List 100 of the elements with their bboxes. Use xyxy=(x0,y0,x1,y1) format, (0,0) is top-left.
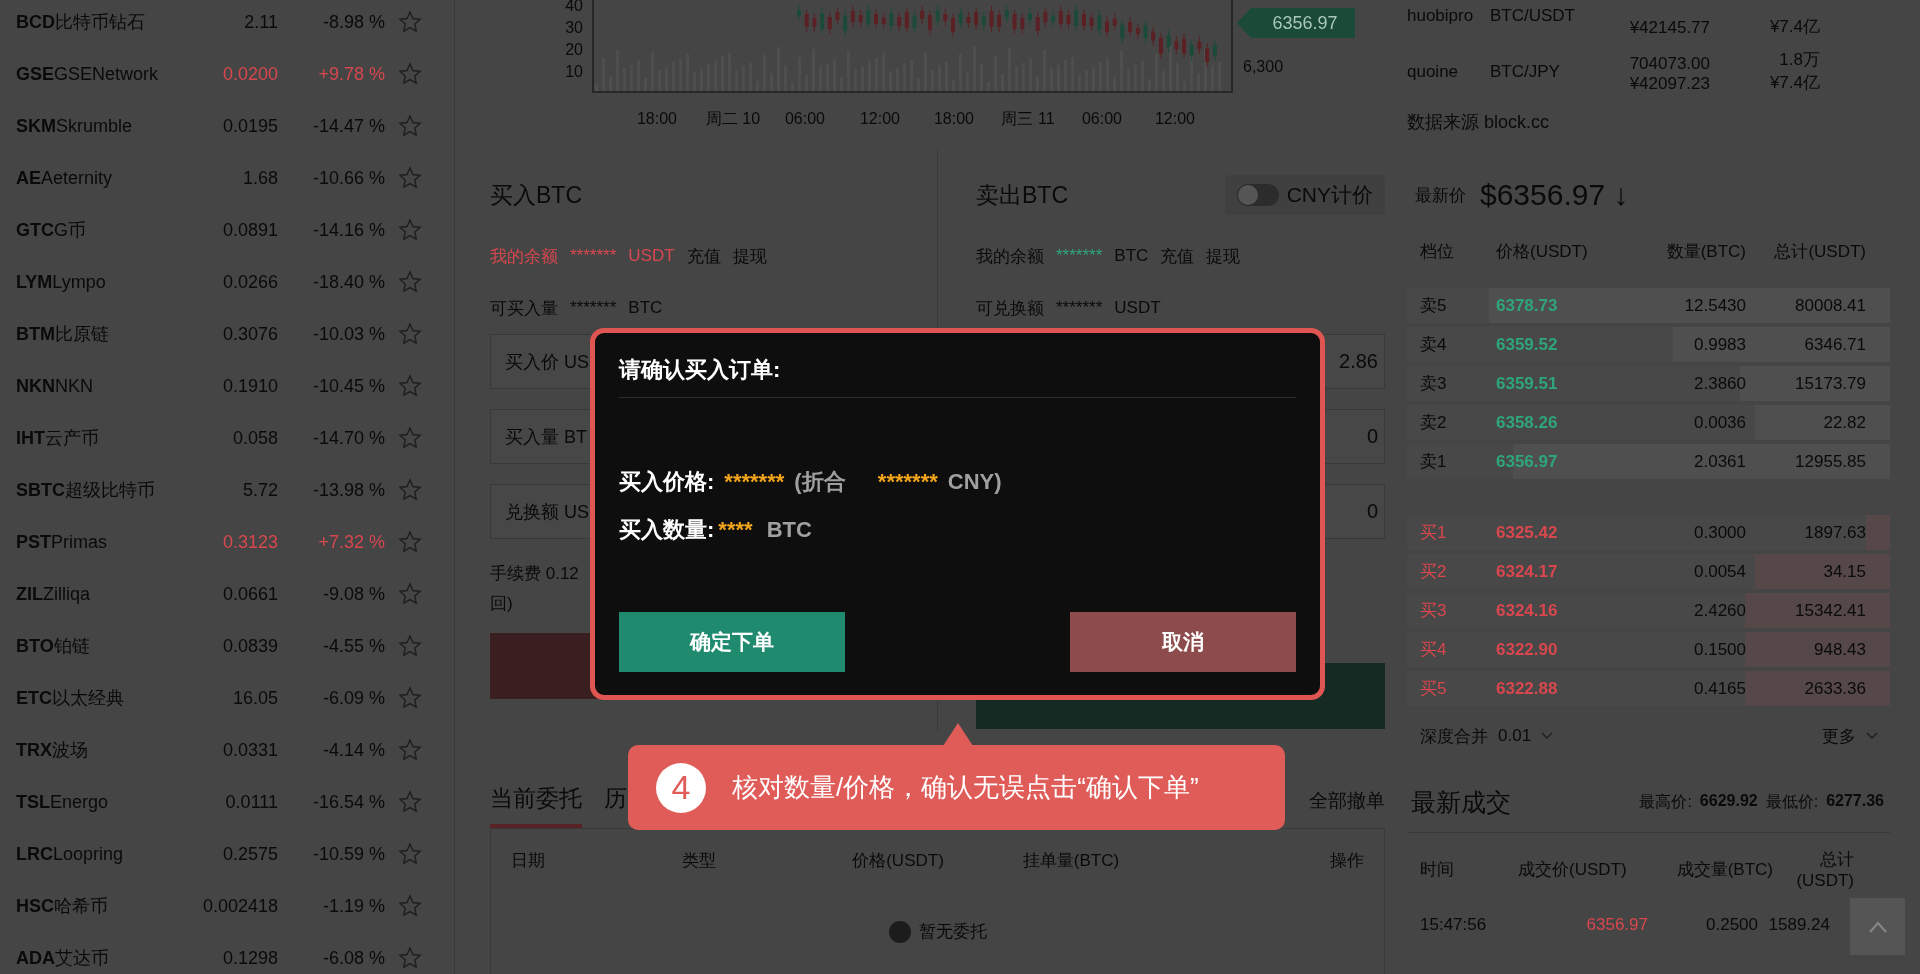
trade-time: 15:47:56 xyxy=(1420,915,1488,935)
star-icon[interactable] xyxy=(398,10,422,34)
more-link[interactable]: 更多 xyxy=(1822,724,1878,748)
star-icon[interactable] xyxy=(398,270,422,294)
order-amount: 12.5430 xyxy=(1683,295,1746,316)
order-total: 948.43 xyxy=(1813,639,1866,660)
tick-label: 06:00 xyxy=(785,110,825,127)
column-header: 数量(BTC) xyxy=(1665,240,1746,263)
star-icon[interactable] xyxy=(398,738,422,762)
star-icon[interactable] xyxy=(398,322,422,346)
deposit-link[interactable]: 充值 xyxy=(1160,244,1195,268)
coin-name[interactable]: LYMLympo xyxy=(16,271,176,293)
order-amount: 0.9983 xyxy=(1693,334,1746,355)
available-value: ******* xyxy=(570,298,617,318)
star-icon[interactable] xyxy=(398,218,422,242)
coin-change: -1.19 % xyxy=(321,895,385,917)
coin-name[interactable]: IHT云产币 xyxy=(16,426,176,450)
level-label: 卖3 xyxy=(1420,373,1448,395)
star-icon[interactable] xyxy=(398,166,422,190)
order-amount: 0.0054 xyxy=(1693,561,1746,582)
step-number: 4 xyxy=(656,762,706,813)
dialog-title: 请确认买入订单: xyxy=(619,355,1296,398)
coin-name[interactable]: ADA艾达币 xyxy=(16,946,176,970)
coin-price: 0.3123 xyxy=(221,531,278,553)
star-icon[interactable] xyxy=(398,894,422,918)
coin-name[interactable]: BTM比原链 xyxy=(16,322,176,346)
orders-tab[interactable]: 历 xyxy=(604,782,627,828)
coin-name[interactable]: GSEGSENetwork xyxy=(16,63,176,85)
withdraw-link[interactable]: 提现 xyxy=(732,244,767,268)
order-price: 6322.88 xyxy=(1496,678,1559,699)
coin-price: 0.002418 xyxy=(201,895,278,917)
empty-text: 暂无委托 xyxy=(918,921,987,943)
coin-change: -6.08 % xyxy=(321,947,385,969)
coin-price: 0.3076 xyxy=(221,323,278,345)
coin-name[interactable]: TRX波场 xyxy=(16,738,176,762)
coin-change: -10.59 % xyxy=(311,843,385,865)
trade-price: 6356.97 xyxy=(1585,915,1648,935)
star-icon[interactable] xyxy=(398,842,422,866)
scroll-top-button[interactable] xyxy=(1850,898,1905,955)
coin-price: 0.0661 xyxy=(221,583,278,605)
coin-name[interactable]: SKMSkrumble xyxy=(16,115,176,137)
cancel-all-link[interactable]: 全部撤单 xyxy=(1309,788,1385,828)
order-amount: 2.0361 xyxy=(1693,451,1746,472)
star-icon[interactable] xyxy=(398,478,422,502)
star-icon[interactable] xyxy=(398,426,422,450)
quantity-label: 买入数量: xyxy=(619,516,715,544)
withdraw-link[interactable]: 提现 xyxy=(1206,244,1241,268)
coin-name[interactable]: AEAeternity xyxy=(16,167,176,189)
high-value: 6629.92 xyxy=(1699,791,1758,811)
star-icon[interactable] xyxy=(398,946,422,970)
star-icon[interactable] xyxy=(398,582,422,606)
coin-name[interactable]: PSTPrimas xyxy=(16,531,176,553)
column-header: 操作 xyxy=(1329,850,1364,872)
available-unit: BTC xyxy=(628,298,663,318)
cancel-button[interactable]: 取消 xyxy=(1070,612,1296,672)
order-total: 1897.63 xyxy=(1803,522,1866,543)
coin-price: 0.0891 xyxy=(221,219,278,241)
deposit-link[interactable]: 充值 xyxy=(686,244,721,268)
coin-name[interactable]: GTCG币 xyxy=(16,218,176,242)
order-price: 6359.51 xyxy=(1496,373,1559,394)
latest-price-label: 最新价 xyxy=(1415,184,1466,207)
star-icon[interactable] xyxy=(398,634,422,658)
order-price: 6324.17 xyxy=(1496,561,1559,582)
order-price: 6359.52 xyxy=(1496,334,1559,355)
low-label: 最低价: xyxy=(1765,791,1819,812)
column-header: 成交价(USDT) xyxy=(1518,858,1628,881)
coin-name[interactable]: HSC哈希币 xyxy=(16,894,176,918)
coin-name[interactable]: ETC以太经典 xyxy=(16,686,176,710)
coin-price: 0.0839 xyxy=(221,635,278,657)
order-total: 2633.36 xyxy=(1803,678,1866,699)
order-amount: 0.0036 xyxy=(1693,412,1746,433)
orders-tab[interactable]: 当前委托 xyxy=(490,782,582,828)
pair-name: BTC/JPY xyxy=(1490,62,1561,82)
star-icon[interactable] xyxy=(398,62,422,86)
coin-name[interactable]: ZILZilliqa xyxy=(16,583,176,605)
cny-value: ******* xyxy=(877,469,938,495)
depth-dropdown[interactable]: 0.01 xyxy=(1498,726,1554,746)
order-amount: 2.3860 xyxy=(1693,373,1746,394)
tip-text: 核对数量/价格，确认无误点击“确认下单” xyxy=(732,771,1199,804)
tick-label: 12:00 xyxy=(1155,110,1195,127)
coin-name[interactable]: LRCLoopring xyxy=(16,843,176,865)
balance-label: 我的余额 xyxy=(490,245,558,268)
coin-name[interactable]: NKNNKN xyxy=(16,375,176,397)
market-price-cny: ¥42145.77 xyxy=(1629,18,1710,38)
balance-unit: USDT xyxy=(628,246,675,266)
star-icon[interactable] xyxy=(398,374,422,398)
star-icon[interactable] xyxy=(398,530,422,554)
coin-name[interactable]: BTO铂链 xyxy=(16,634,176,658)
quantity-value: **** xyxy=(718,517,753,543)
confirm-button[interactable]: 确定下单 xyxy=(619,612,845,672)
star-icon[interactable] xyxy=(398,114,422,138)
coin-name[interactable]: TSLEnergo xyxy=(16,791,176,813)
star-icon[interactable] xyxy=(398,790,422,814)
order-price: 6378.73 xyxy=(1496,295,1559,316)
coin-change: -18.40 % xyxy=(311,271,385,293)
fee-text: 手续费 0.12 回) xyxy=(490,563,580,615)
order-price: 6356.97 xyxy=(1496,451,1559,472)
coin-name[interactable]: BCD比特币钻石 xyxy=(16,10,176,34)
star-icon[interactable] xyxy=(398,686,422,710)
coin-name[interactable]: SBTC超级比特币 xyxy=(16,478,176,502)
